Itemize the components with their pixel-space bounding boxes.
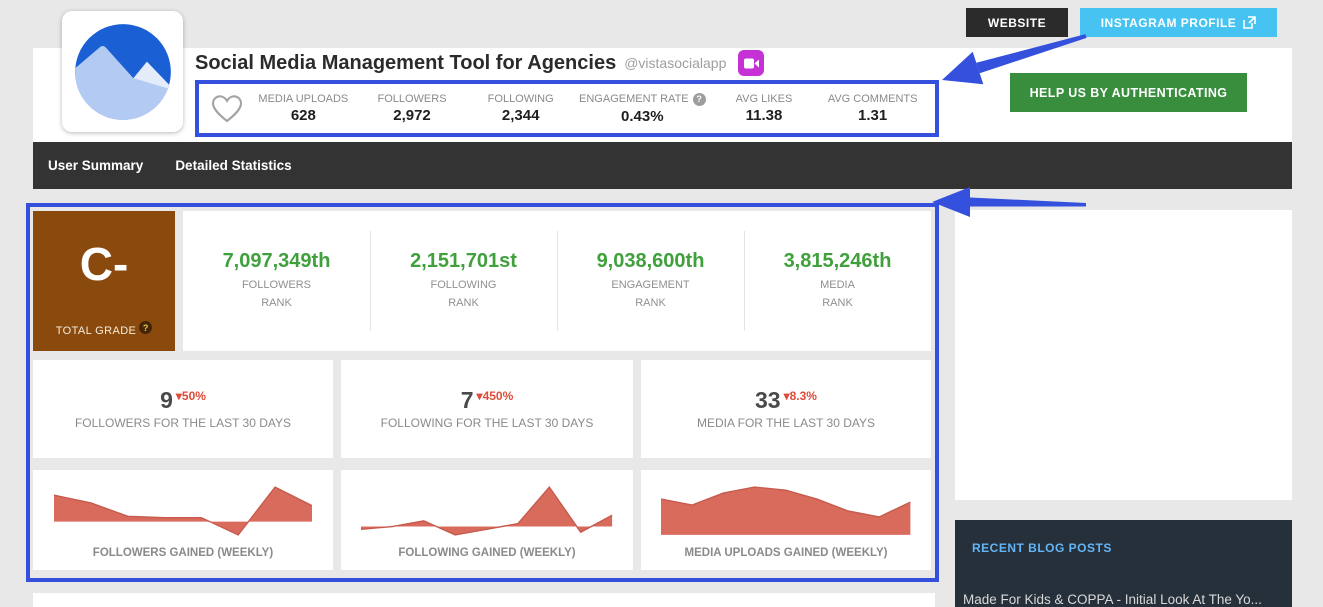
chart-label: MEDIA UPLOADS GAINED (WEEKLY) — [641, 547, 931, 559]
profile-handle: @vistasocialapp — [624, 55, 726, 71]
external-link-icon — [1243, 16, 1256, 29]
rank-label-line1: FOLLOWING — [370, 277, 557, 295]
rank-value: 7,097,349th — [183, 250, 370, 273]
instagram-profile-button[interactable]: INSTAGRAM PROFILE — [1080, 8, 1277, 37]
following-weekly-sparkline — [361, 482, 612, 540]
profile-title-row: Social Media Management Tool for Agencie… — [195, 50, 764, 76]
rank-label: ENGAGEMENT RANK — [557, 277, 744, 312]
help-icon[interactable]: ? — [693, 93, 706, 106]
stat-engagement-rate: ENGAGEMENT RATE ? 0.43% — [575, 93, 710, 125]
annotation-arrow-summary — [930, 185, 1088, 219]
tab-user-summary[interactable]: User Summary — [48, 158, 143, 173]
rank-value: 3,815,246th — [744, 250, 931, 273]
total-grade-label: TOTAL GRADE ? — [33, 325, 175, 337]
followers-weekly-sparkline — [54, 482, 312, 540]
following-rank: 2,151,701st FOLLOWING RANK — [370, 211, 557, 351]
following-weekly-chart-card: FOLLOWING GAINED (WEEKLY) — [341, 470, 633, 570]
media-weekly-sparkline — [661, 482, 910, 540]
engagement-rank: 9,038,600th ENGAGEMENT RANK — [557, 211, 744, 351]
profile-avatar — [62, 11, 183, 132]
page: Social Media Management Tool for Agencie… — [0, 0, 1323, 607]
rank-label-line2: RANK — [557, 295, 744, 313]
help-icon[interactable]: ? — [139, 321, 152, 334]
instagram-profile-label: INSTAGRAM PROFILE — [1101, 16, 1237, 30]
next-section-strip — [33, 593, 935, 607]
stat-media-uploads: MEDIA UPLOADS 628 — [249, 93, 358, 124]
rank-label: MEDIA RANK — [744, 277, 931, 312]
stat-value: 1.31 — [822, 107, 923, 124]
following-30d-card: 7 ▾450% FOLLOWING FOR THE LAST 30 DAYS — [341, 360, 633, 458]
annotation-arrow-stats — [938, 28, 1088, 93]
stat-label: AVG LIKES — [714, 93, 815, 105]
period-value: 9 — [160, 389, 173, 412]
stat-label: ENGAGEMENT RATE ? — [579, 93, 706, 106]
media-weekly-chart-card: MEDIA UPLOADS GAINED (WEEKLY) — [641, 470, 931, 570]
rank-label: FOLLOWING RANK — [370, 277, 557, 312]
rank-label-line2: RANK — [370, 295, 557, 313]
total-grade-value: C- — [33, 237, 175, 291]
rank-value: 2,151,701st — [370, 250, 557, 273]
rank-label-line1: FOLLOWERS — [183, 277, 370, 295]
page-title: Social Media Management Tool for Agencie… — [195, 52, 616, 75]
recent-blog-posts-box: RECENT BLOG POSTS Made For Kids & COPPA … — [955, 520, 1292, 607]
stat-label-text: ENGAGEMENT RATE — [579, 93, 689, 105]
recent-blog-posts-header: RECENT BLOG POSTS — [972, 541, 1112, 555]
chart-label: FOLLOWERS GAINED (WEEKLY) — [33, 547, 333, 559]
blog-post-link[interactable]: Made For Kids & COPPA - Initial Look At … — [963, 592, 1262, 607]
rank-label-line1: MEDIA — [744, 277, 931, 295]
period-label: MEDIA FOR THE LAST 30 DAYS — [697, 416, 875, 430]
profile-stats-box: MEDIA UPLOADS 628 FOLLOWERS 2,972 FOLLOW… — [195, 80, 939, 137]
media-rank: 3,815,246th MEDIA RANK — [744, 211, 931, 351]
stat-value: 628 — [253, 107, 354, 124]
period-label: FOLLOWERS FOR THE LAST 30 DAYS — [75, 416, 291, 430]
followers-30d-card: 9 ▾50% FOLLOWERS FOR THE LAST 30 DAYS — [33, 360, 333, 458]
nav-bar: User Summary Detailed Statistics — [33, 142, 1292, 189]
stat-label: AVG COMMENTS — [822, 93, 923, 105]
rank-label-line2: RANK — [744, 295, 931, 313]
rank-label-line2: RANK — [183, 295, 370, 313]
stat-label: MEDIA UPLOADS — [253, 93, 354, 105]
total-grade-label-text: TOTAL GRADE — [56, 325, 137, 337]
stat-value: 2,344 — [470, 107, 571, 124]
period-value: 33 — [755, 389, 781, 412]
rank-value: 9,038,600th — [557, 250, 744, 273]
followers-rank: 7,097,349th FOLLOWERS RANK — [183, 211, 370, 351]
stat-label: FOLLOWERS — [362, 93, 463, 105]
followers-weekly-chart-card: FOLLOWERS GAINED (WEEKLY) — [33, 470, 333, 570]
rank-label: FOLLOWERS RANK — [183, 277, 370, 312]
ad-placeholder-panel — [955, 210, 1292, 500]
media-30d-card: 33 ▾8.3% MEDIA FOR THE LAST 30 DAYS — [641, 360, 931, 458]
period-change-value: 8.3% — [790, 389, 817, 403]
tab-detailed-statistics[interactable]: Detailed Statistics — [175, 158, 291, 173]
stat-followers: FOLLOWERS 2,972 — [358, 93, 467, 124]
period-change-value: 50% — [182, 389, 206, 403]
stat-label: FOLLOWING — [470, 93, 571, 105]
ranks-card: 7,097,349th FOLLOWERS RANK 2,151,701st F… — [183, 211, 931, 351]
mountain-logo-icon — [71, 20, 175, 124]
stat-following: FOLLOWING 2,344 — [466, 93, 575, 124]
stat-value: 0.43% — [579, 108, 706, 125]
favorite-heart-icon[interactable] — [211, 94, 243, 124]
chart-label: FOLLOWING GAINED (WEEKLY) — [341, 547, 633, 559]
stat-value: 11.38 — [714, 107, 815, 124]
period-change: ▾450% — [477, 389, 514, 403]
period-change: ▾8.3% — [784, 389, 817, 403]
video-camera-icon — [738, 50, 764, 76]
period-change: ▾50% — [176, 389, 206, 403]
stat-avg-likes: AVG LIKES 11.38 — [710, 93, 819, 124]
stat-value: 2,972 — [362, 107, 463, 124]
period-label: FOLLOWING FOR THE LAST 30 DAYS — [381, 416, 594, 430]
stat-avg-comments: AVG COMMENTS 1.31 — [818, 93, 927, 124]
period-change-value: 450% — [483, 389, 514, 403]
total-grade-card: C- TOTAL GRADE ? — [33, 211, 175, 351]
rank-label-line1: ENGAGEMENT — [557, 277, 744, 295]
period-value: 7 — [461, 389, 474, 412]
